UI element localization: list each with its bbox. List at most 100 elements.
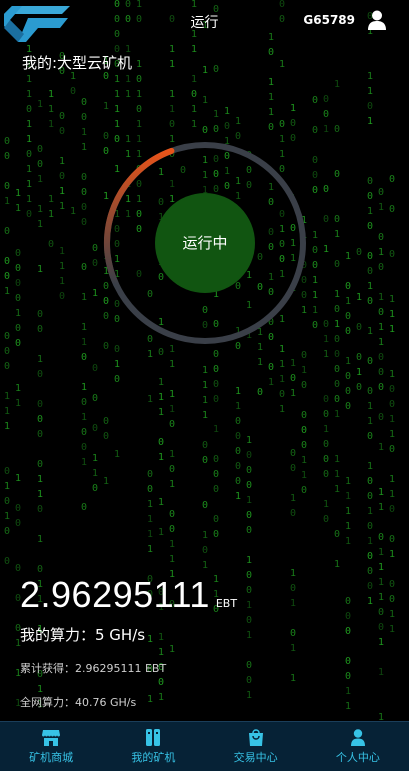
matrix-digit: 0 <box>4 361 11 372</box>
matrix-digit: 1 <box>334 409 341 420</box>
matrix-digit: 1 <box>334 454 341 465</box>
matrix-digit: 1 <box>59 276 66 287</box>
shop-icon <box>42 730 61 746</box>
matrix-digit: 0 <box>4 136 11 147</box>
matrix-digit: 0 <box>92 363 99 374</box>
matrix-digit: 1 <box>367 506 374 517</box>
matrix-digit: 0 <box>169 419 176 430</box>
matrix-digit: 0 <box>37 159 44 170</box>
matrix-digit: 0 <box>367 356 374 367</box>
matrix-digit: 1 <box>378 322 385 333</box>
nav-item-shop[interactable]: 矿机商城 <box>0 722 102 771</box>
matrix-digit: 1 <box>4 421 11 432</box>
matrix-digit: 1 <box>367 416 374 427</box>
matrix-digit: 1 <box>367 536 374 547</box>
matrix-digit: 0 <box>37 429 44 440</box>
matrix-digit: 0 <box>224 121 231 132</box>
matrix-digit: 1 <box>378 202 385 213</box>
matrix-digit: 0 <box>59 111 66 122</box>
matrix-digit: 1 <box>4 481 11 492</box>
matrix-digit: 0 <box>290 448 297 459</box>
matrix-digit: 0 <box>235 461 242 472</box>
matrix-digit: 1 <box>323 124 330 135</box>
nav-item-trade[interactable]: 交易中心 <box>205 722 307 771</box>
matrix-digit: 0 <box>279 119 286 130</box>
matrix-digit: 0 <box>213 484 220 495</box>
matrix-digit: 0 <box>136 104 143 115</box>
matrix-digit: 0 <box>4 466 11 477</box>
user-icon[interactable] <box>368 10 386 30</box>
matrix-digit: 1 <box>81 382 88 393</box>
matrix-digit: 0 <box>4 556 11 567</box>
progress-ring: 运行中 <box>102 140 308 346</box>
matrix-digit: 0 <box>4 226 11 237</box>
matrix-digit: 1 <box>323 349 330 360</box>
matrix-digit: 0 <box>246 465 253 476</box>
matrix-digit: 0 <box>345 326 352 337</box>
matrix-digit: 0 <box>246 525 253 536</box>
matrix-digit: 0 <box>312 320 319 331</box>
nav-label: 交易中心 <box>233 751 278 764</box>
matrix-digit: 0 <box>37 414 44 425</box>
matrix-digit: 1 <box>345 476 352 487</box>
matrix-digit: 0 <box>92 243 99 254</box>
matrix-digit: 0 <box>367 221 374 232</box>
matrix-digit: 1 <box>378 292 385 303</box>
matrix-digit: 1 <box>4 196 11 207</box>
matrix-digit: 0 <box>37 324 44 335</box>
matrix-digit: 1 <box>312 305 319 316</box>
matrix-digit: 0 <box>191 89 198 100</box>
matrix-digit: 1 <box>147 499 154 510</box>
matrix-digit: 0 <box>59 291 66 302</box>
matrix-digit: 1 <box>202 560 209 571</box>
page-title: 我的:大型云矿机 <box>22 54 133 72</box>
matrix-digit: 1 <box>389 489 396 500</box>
matrix-digit: 1 <box>224 106 231 117</box>
matrix-digit: 1 <box>169 449 176 460</box>
matrix-digit: 1 <box>15 473 22 484</box>
matrix-digit: 1 <box>92 468 99 479</box>
matrix-digit: 1 <box>235 491 242 502</box>
matrix-digit: 1 <box>81 292 88 303</box>
matrix-digit: 1 <box>389 549 396 560</box>
matrix-digit: 0 <box>367 551 374 562</box>
matrix-digit: 1 <box>26 134 33 145</box>
matrix-digit: 0 <box>345 371 352 382</box>
matrix-digit: 0 <box>323 394 330 405</box>
stats-panel: 2.96295111 EBT 我的算力：5 GH/s 累计获得：2.9629511… <box>20 574 390 710</box>
matrix-digit: 1 <box>169 359 176 370</box>
matrix-digit: 0 <box>367 386 374 397</box>
matrix-digit: 1 <box>147 349 154 360</box>
matrix-digit: 1 <box>81 127 88 138</box>
nav-item-profile[interactable]: 个人中心 <box>307 722 409 771</box>
matrix-digit: 1 <box>169 59 176 70</box>
matrix-digit: 1 <box>279 404 286 415</box>
matrix-digit: 1 <box>345 521 352 532</box>
matrix-digit: 1 <box>246 555 253 566</box>
matrix-digit: 0 <box>290 118 297 129</box>
matrix-digit: 0 <box>334 394 341 405</box>
matrix-digit: 1 <box>367 71 374 82</box>
matrix-digit: 1 <box>246 435 253 446</box>
matrix-digit: 1 <box>312 275 319 286</box>
matrix-digit: 0 <box>213 124 220 135</box>
matrix-digit: 1 <box>279 59 286 70</box>
matrix-digit: 1 <box>147 529 154 540</box>
matrix-digit: 0 <box>213 454 220 465</box>
matrix-digit: 1 <box>15 398 22 409</box>
matrix-digit: 0 <box>367 191 374 202</box>
matrix-digit: 1 <box>268 77 275 88</box>
matrix-digit: 1 <box>389 474 396 485</box>
matrix-digit: 1 <box>334 559 341 570</box>
matrix-digit: 1 <box>158 527 165 538</box>
matrix-digit: 0 <box>37 144 44 155</box>
matrix-digit: 1 <box>26 89 33 100</box>
matrix-digit: 1 <box>158 497 165 508</box>
matrix-digit: 0 <box>378 307 385 318</box>
matrix-digit: 0 <box>213 394 220 405</box>
matrix-digit: 0 <box>312 170 319 181</box>
nav-item-my-miners[interactable]: 我的矿机 <box>102 722 204 771</box>
matrix-digit: 1 <box>202 530 209 541</box>
matrix-digit: 0 <box>202 500 209 511</box>
status-button[interactable]: 运行中 <box>155 193 255 293</box>
